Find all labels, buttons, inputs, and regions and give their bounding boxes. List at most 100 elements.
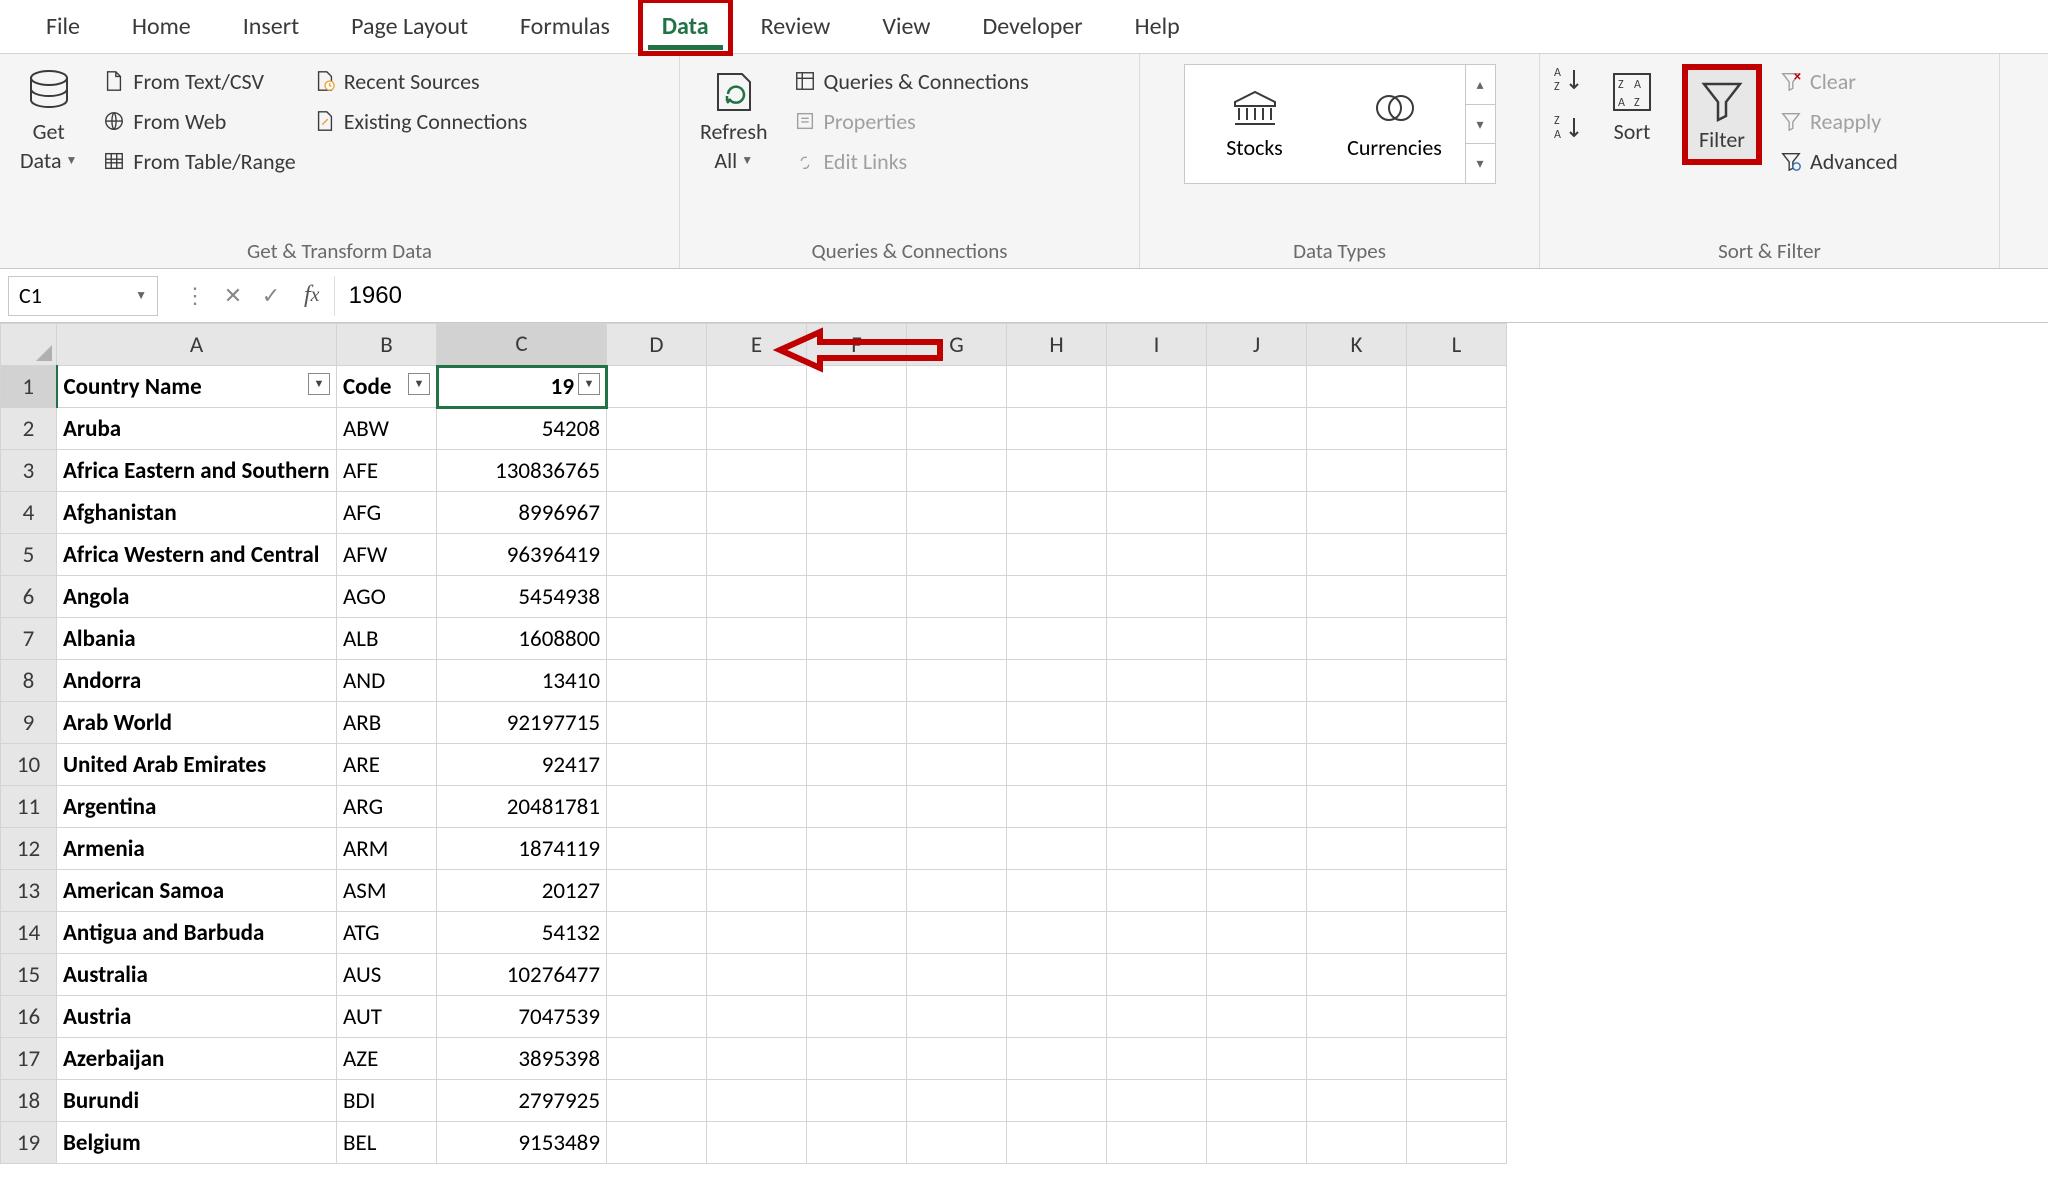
cell-L4[interactable] bbox=[1407, 492, 1507, 534]
column-header-E[interactable]: E bbox=[707, 324, 807, 366]
cell-C16[interactable]: 7047539 bbox=[437, 996, 607, 1038]
cell-D4[interactable] bbox=[607, 492, 707, 534]
cell-J3[interactable] bbox=[1207, 450, 1307, 492]
cell-D12[interactable] bbox=[607, 828, 707, 870]
row-header-2[interactable]: 2 bbox=[1, 408, 57, 450]
cell-F6[interactable] bbox=[807, 576, 907, 618]
cell-A14[interactable]: Antigua and Barbuda bbox=[57, 912, 337, 954]
cell-I16[interactable] bbox=[1107, 996, 1207, 1038]
cell-G4[interactable] bbox=[907, 492, 1007, 534]
cell-B3[interactable]: AFE bbox=[337, 450, 437, 492]
sort-asc-button[interactable]: AZ bbox=[1552, 64, 1582, 94]
cell-K5[interactable] bbox=[1307, 534, 1407, 576]
cell-B14[interactable]: ATG bbox=[337, 912, 437, 954]
cell-I3[interactable] bbox=[1107, 450, 1207, 492]
cell-E17[interactable] bbox=[707, 1038, 807, 1080]
cell-C1[interactable]: 19▼ bbox=[437, 366, 607, 408]
accept-formula-button[interactable]: ✓ bbox=[252, 276, 290, 316]
cell-D19[interactable] bbox=[607, 1122, 707, 1164]
cell-A18[interactable]: Burundi bbox=[57, 1080, 337, 1122]
cell-D2[interactable] bbox=[607, 408, 707, 450]
cell-H1[interactable] bbox=[1007, 366, 1107, 408]
cell-A6[interactable]: Angola bbox=[57, 576, 337, 618]
cell-F8[interactable] bbox=[807, 660, 907, 702]
cell-K7[interactable] bbox=[1307, 618, 1407, 660]
cell-E1[interactable] bbox=[707, 366, 807, 408]
cell-G5[interactable] bbox=[907, 534, 1007, 576]
cell-B8[interactable]: AND bbox=[337, 660, 437, 702]
cell-K2[interactable] bbox=[1307, 408, 1407, 450]
cell-D7[interactable] bbox=[607, 618, 707, 660]
cell-C5[interactable]: 96396419 bbox=[437, 534, 607, 576]
menu-tab-insert[interactable]: Insert bbox=[217, 0, 325, 54]
row-header-12[interactable]: 12 bbox=[1, 828, 57, 870]
cell-G15[interactable] bbox=[907, 954, 1007, 996]
refresh-all-button[interactable]: Refresh All▼ bbox=[692, 64, 776, 178]
cell-G12[interactable] bbox=[907, 828, 1007, 870]
cell-H19[interactable] bbox=[1007, 1122, 1107, 1164]
cell-G7[interactable] bbox=[907, 618, 1007, 660]
cell-B1[interactable]: Code▼ bbox=[337, 366, 437, 408]
cell-A17[interactable]: Azerbaijan bbox=[57, 1038, 337, 1080]
row-header-18[interactable]: 18 bbox=[1, 1080, 57, 1122]
filter-dropdown-B[interactable]: ▼ bbox=[408, 373, 430, 395]
cell-C9[interactable]: 92197715 bbox=[437, 702, 607, 744]
cell-K17[interactable] bbox=[1307, 1038, 1407, 1080]
cell-J17[interactable] bbox=[1207, 1038, 1307, 1080]
cell-B6[interactable]: AGO bbox=[337, 576, 437, 618]
cell-E13[interactable] bbox=[707, 870, 807, 912]
cell-L6[interactable] bbox=[1407, 576, 1507, 618]
column-header-B[interactable]: B bbox=[337, 324, 437, 366]
cell-A10[interactable]: United Arab Emirates bbox=[57, 744, 337, 786]
cell-G19[interactable] bbox=[907, 1122, 1007, 1164]
cell-E16[interactable] bbox=[707, 996, 807, 1038]
cell-A1[interactable]: Country Name▼ bbox=[57, 366, 337, 408]
data-type-currencies[interactable]: Currencies bbox=[1325, 65, 1465, 183]
row-header-16[interactable]: 16 bbox=[1, 996, 57, 1038]
cell-I1[interactable] bbox=[1107, 366, 1207, 408]
cell-I10[interactable] bbox=[1107, 744, 1207, 786]
spreadsheet-grid[interactable]: ABCDEFGHIJKL1Country Name▼Code▼19▼2Aruba… bbox=[0, 323, 2048, 1188]
column-header-F[interactable]: F bbox=[807, 324, 907, 366]
row-header-9[interactable]: 9 bbox=[1, 702, 57, 744]
cell-J13[interactable] bbox=[1207, 870, 1307, 912]
cell-H16[interactable] bbox=[1007, 996, 1107, 1038]
menu-tab-data[interactable]: Data bbox=[636, 0, 735, 54]
cell-F15[interactable] bbox=[807, 954, 907, 996]
cell-G10[interactable] bbox=[907, 744, 1007, 786]
cell-H2[interactable] bbox=[1007, 408, 1107, 450]
column-header-I[interactable]: I bbox=[1107, 324, 1207, 366]
cell-C15[interactable]: 10276477 bbox=[437, 954, 607, 996]
column-header-C[interactable]: C bbox=[437, 324, 607, 366]
cell-B11[interactable]: ARG bbox=[337, 786, 437, 828]
cell-J19[interactable] bbox=[1207, 1122, 1307, 1164]
cell-A19[interactable]: Belgium bbox=[57, 1122, 337, 1164]
column-header-G[interactable]: G bbox=[907, 324, 1007, 366]
cell-L10[interactable] bbox=[1407, 744, 1507, 786]
cell-C10[interactable]: 92417 bbox=[437, 744, 607, 786]
cell-G3[interactable] bbox=[907, 450, 1007, 492]
menu-tab-home[interactable]: Home bbox=[106, 0, 217, 54]
cell-G14[interactable] bbox=[907, 912, 1007, 954]
cell-G6[interactable] bbox=[907, 576, 1007, 618]
cell-C17[interactable]: 3895398 bbox=[437, 1038, 607, 1080]
cell-K10[interactable] bbox=[1307, 744, 1407, 786]
cell-B13[interactable]: ASM bbox=[337, 870, 437, 912]
cell-L2[interactable] bbox=[1407, 408, 1507, 450]
column-header-A[interactable]: A bbox=[57, 324, 337, 366]
cell-H6[interactable] bbox=[1007, 576, 1107, 618]
cell-K18[interactable] bbox=[1307, 1080, 1407, 1122]
cell-H17[interactable] bbox=[1007, 1038, 1107, 1080]
cell-K11[interactable] bbox=[1307, 786, 1407, 828]
cell-A13[interactable]: American Samoa bbox=[57, 870, 337, 912]
cell-B9[interactable]: ARB bbox=[337, 702, 437, 744]
fx-icon[interactable]: fx bbox=[290, 276, 335, 316]
cell-J9[interactable] bbox=[1207, 702, 1307, 744]
row-header-19[interactable]: 19 bbox=[1, 1122, 57, 1164]
cell-L9[interactable] bbox=[1407, 702, 1507, 744]
cell-I6[interactable] bbox=[1107, 576, 1207, 618]
cell-C8[interactable]: 13410 bbox=[437, 660, 607, 702]
cell-E2[interactable] bbox=[707, 408, 807, 450]
cell-D11[interactable] bbox=[607, 786, 707, 828]
cell-A3[interactable]: Africa Eastern and Southern bbox=[57, 450, 337, 492]
